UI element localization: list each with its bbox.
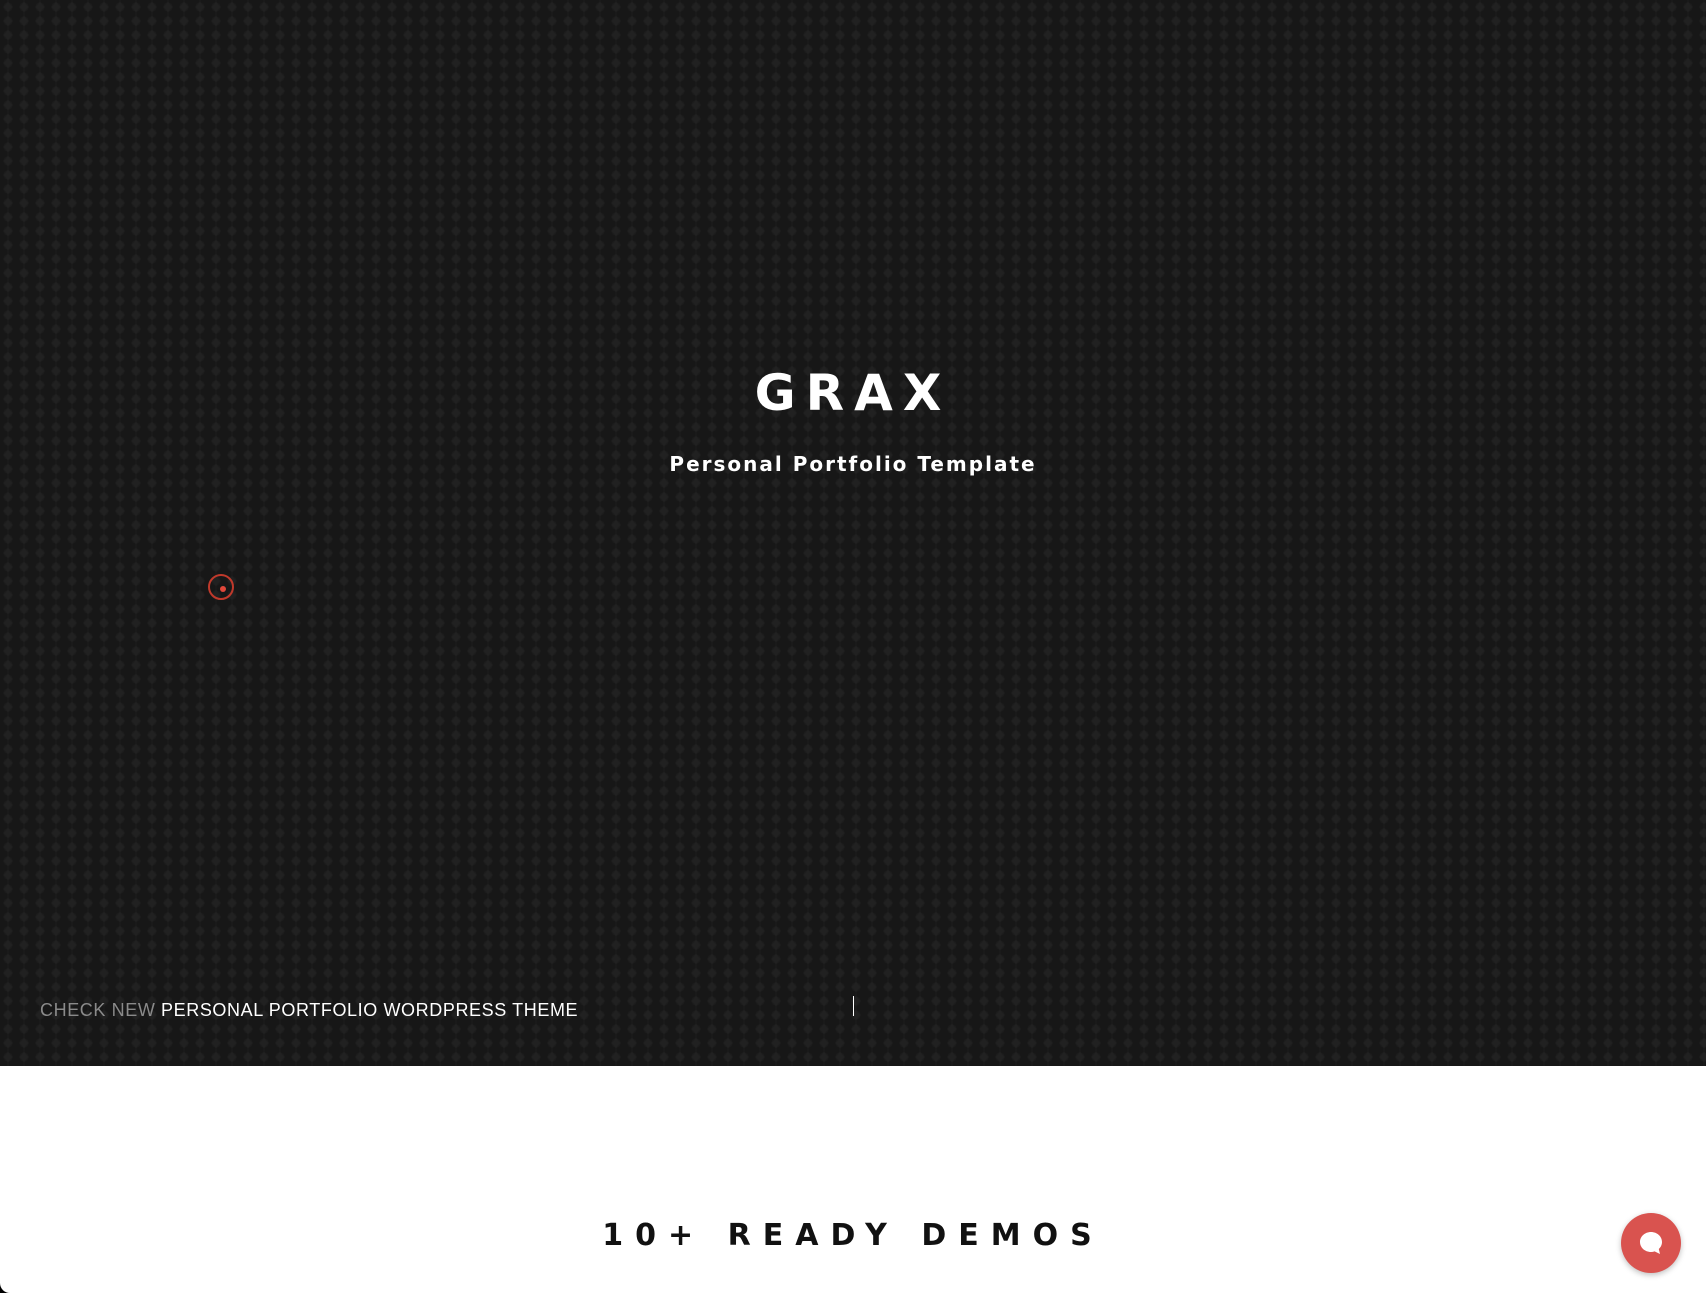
chat-button[interactable] — [1621, 1213, 1681, 1273]
wordpress-theme-link[interactable]: PERSONAL PORTFOLIO WORDPRESS THEME — [161, 1000, 578, 1020]
demos-title: 10+ READY DEMOS — [602, 1218, 1104, 1253]
promo-bar: CHECK NEW PERSONAL PORTFOLIO WORDPRESS T… — [40, 998, 578, 1022]
cursor-dot-icon — [220, 586, 226, 592]
page: GRAX Personal Portfolio Template CHECK N… — [0, 0, 1706, 1293]
chat-bubble-icon — [1640, 1232, 1662, 1254]
promo-prefix: CHECK NEW — [40, 1000, 156, 1020]
hero-subtitle: Personal Portfolio Template — [669, 452, 1037, 476]
demos-section — [0, 1066, 1706, 1293]
hero-title: GRAX — [754, 364, 952, 422]
scroll-indicator-line — [853, 996, 854, 1016]
hero-section: GRAX Personal Portfolio Template CHECK N… — [0, 0, 1706, 1066]
